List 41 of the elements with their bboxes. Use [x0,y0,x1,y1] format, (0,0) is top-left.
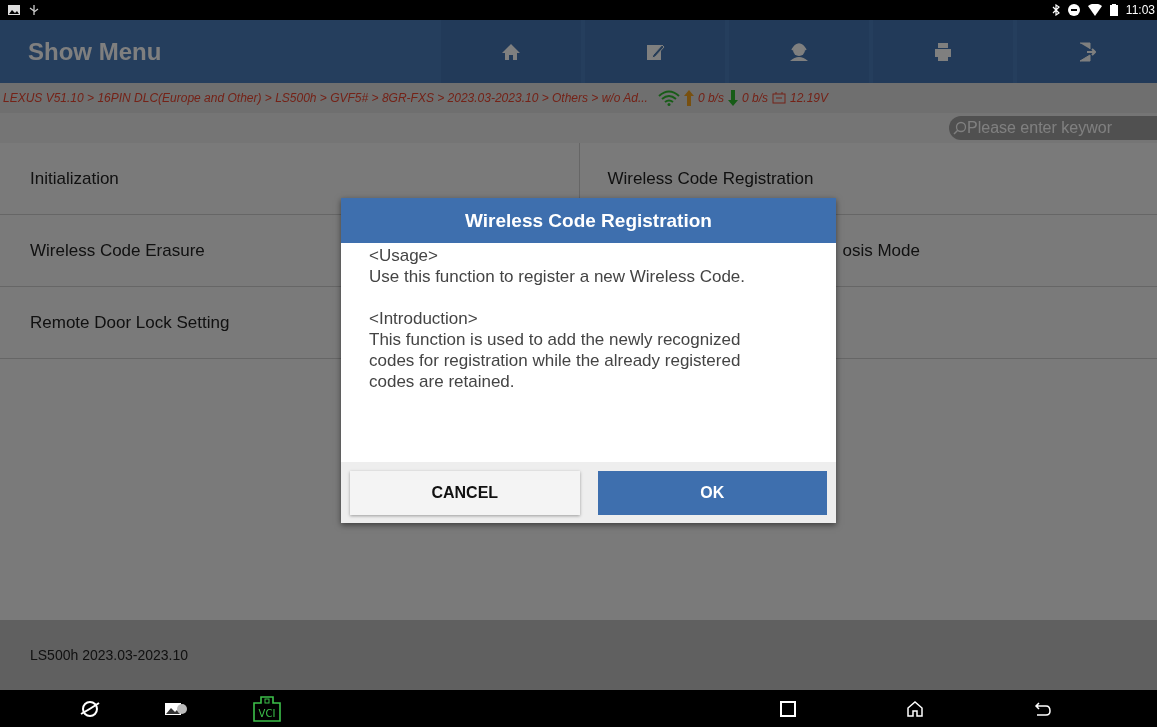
battery-icon [771,92,786,104]
menu-item[interactable]: osis Mode [842,240,920,261]
vehicle-info: LS500h 2023.03-2023.10 [30,647,189,663]
ok-button[interactable]: OK [597,471,827,515]
dialog-title: Wireless Code Registration [341,198,836,243]
upload-arrow-icon [683,90,694,106]
user-icon [788,41,810,62]
picture-icon [8,5,20,15]
download-rate: 0 b/s [741,91,768,105]
wifi-icon [657,90,680,106]
dialog-text: This function is used to add the newly recognized codes for registration while the already registered codes are retained. [369,329,742,392]
upload-rate: 0 b/s [697,91,724,105]
back-icon[interactable] [1034,700,1052,717]
menu-item[interactable]: Remote Door Lock Setting [30,312,230,333]
wifi-icon [1087,4,1102,16]
download-arrow-icon [727,90,738,106]
do-not-disturb-icon [1067,4,1080,16]
browser-icon[interactable] [80,698,100,719]
breadcrumb-path: LEXUS V51.10 > 16PIN DLC(Europe and Other) > LS500h > GVF5# > 8GR-FXS > 2023.03-2023.10 > Others > w/o Ad... [3,91,648,105]
dialog-text: <Usage> [369,245,439,266]
edit-button[interactable] [585,20,725,83]
menu-item[interactable]: Wireless Code Erasure [30,240,205,261]
bluetooth-icon [1051,4,1060,16]
search-icon [953,121,967,135]
clock-time: 11:03 [1125,3,1156,17]
home-icon [501,41,521,62]
menu-item[interactable]: Wireless Code Registration [607,168,814,189]
print-button[interactable] [873,20,1013,83]
battery-icon [1109,4,1118,16]
cancel-button[interactable]: CANCEL [350,471,580,515]
menu-item[interactable]: Initialization [30,168,119,189]
exit-icon [1078,41,1096,62]
printer-icon [934,41,952,62]
usb-icon [28,4,40,16]
home-icon[interactable] [906,699,924,718]
dialog-text: <Introduction> [369,308,479,329]
page-title: Show Menu [28,37,162,66]
vci-connector-icon[interactable]: VCI [252,695,282,722]
recent-apps-icon[interactable] [780,700,796,717]
dialog-text: Use this function to register a new Wireless Code. [369,266,747,287]
battery-voltage: 12.19V [789,91,828,105]
